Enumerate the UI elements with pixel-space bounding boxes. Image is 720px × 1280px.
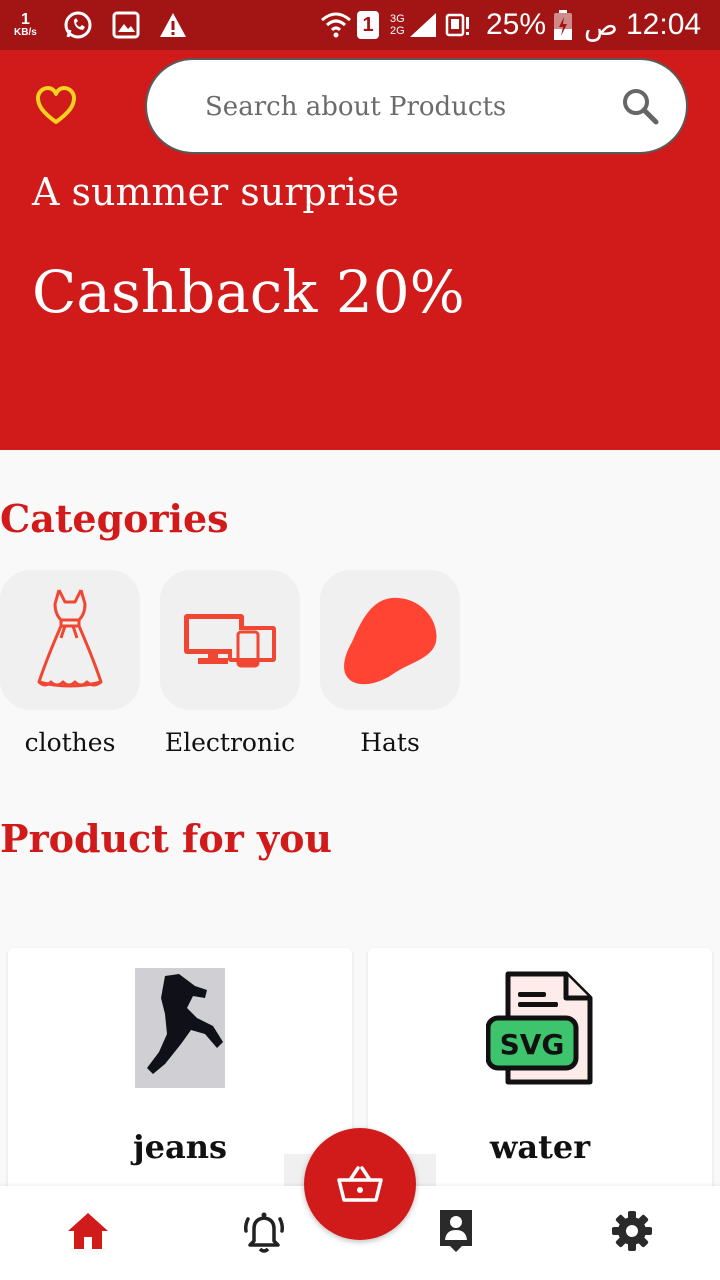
data-icon bbox=[444, 0, 472, 50]
promo-title: Cashback 20% bbox=[32, 258, 465, 326]
devices-icon bbox=[184, 614, 276, 668]
heart-icon bbox=[36, 86, 76, 124]
network-speed: 1 KB/s bbox=[14, 0, 37, 50]
settings-icon bbox=[612, 1211, 652, 1251]
network-speed-value: 1 bbox=[20, 11, 30, 28]
gallery-icon bbox=[112, 0, 140, 50]
category-label: Hats bbox=[360, 728, 420, 757]
notifications-icon bbox=[244, 1212, 284, 1253]
products-title: Product for you bbox=[0, 816, 333, 861]
dress-icon bbox=[37, 589, 103, 688]
category-tile bbox=[320, 570, 460, 710]
network-type: 3G 2G bbox=[390, 0, 405, 50]
search-button[interactable] bbox=[620, 86, 664, 130]
battery-percent: 25% bbox=[486, 8, 547, 41]
category-tile bbox=[0, 570, 140, 710]
sim-slot: 1 bbox=[357, 11, 379, 39]
category-label: Electronic bbox=[164, 728, 296, 757]
nav-home[interactable] bbox=[63, 1206, 113, 1256]
promo-subtitle: A summer surprise bbox=[32, 170, 400, 214]
profile-icon bbox=[440, 1210, 472, 1252]
basket-icon bbox=[337, 1166, 383, 1202]
whatsapp-icon bbox=[62, 0, 94, 50]
category-label: clothes bbox=[24, 728, 116, 757]
am-pm: ص bbox=[584, 9, 618, 41]
search-input[interactable] bbox=[205, 82, 585, 132]
network-type-top: 3G bbox=[390, 13, 405, 25]
svg-file-label: SVG bbox=[500, 1028, 565, 1061]
network-type-bottom: 2G bbox=[390, 25, 405, 37]
promo-header: A summer surprise Cashback 20% bbox=[0, 50, 720, 450]
battery-icon bbox=[553, 0, 573, 50]
nav-profile[interactable] bbox=[431, 1206, 481, 1256]
home-icon bbox=[68, 1213, 108, 1249]
network-speed-unit: KB/s bbox=[14, 27, 37, 38]
svg-file-icon: SVG bbox=[485, 968, 595, 1088]
category-clothes[interactable]: clothes bbox=[0, 570, 140, 757]
signal-icon bbox=[408, 0, 438, 50]
category-hats[interactable]: Hats bbox=[320, 570, 460, 757]
category-tile bbox=[160, 570, 300, 710]
wifi-icon bbox=[320, 0, 352, 50]
jeans-photo bbox=[135, 968, 225, 1088]
cart-button[interactable] bbox=[304, 1128, 416, 1240]
search-bar bbox=[145, 58, 688, 154]
nav-notifications[interactable] bbox=[239, 1206, 289, 1256]
category-electronic[interactable]: Electronic bbox=[160, 570, 300, 757]
status-bar: 1 KB/s 1 3G 2G 25% ص 12:04 bbox=[0, 0, 720, 50]
warning-icon bbox=[158, 0, 188, 50]
hat-icon bbox=[344, 597, 437, 685]
sim-icon: 1 bbox=[357, 0, 379, 50]
nav-settings[interactable] bbox=[607, 1206, 657, 1256]
categories-title: Categories bbox=[0, 496, 229, 541]
clock: 12:04 bbox=[626, 8, 702, 41]
favorite-button[interactable] bbox=[34, 84, 78, 128]
search-icon bbox=[623, 89, 659, 125]
